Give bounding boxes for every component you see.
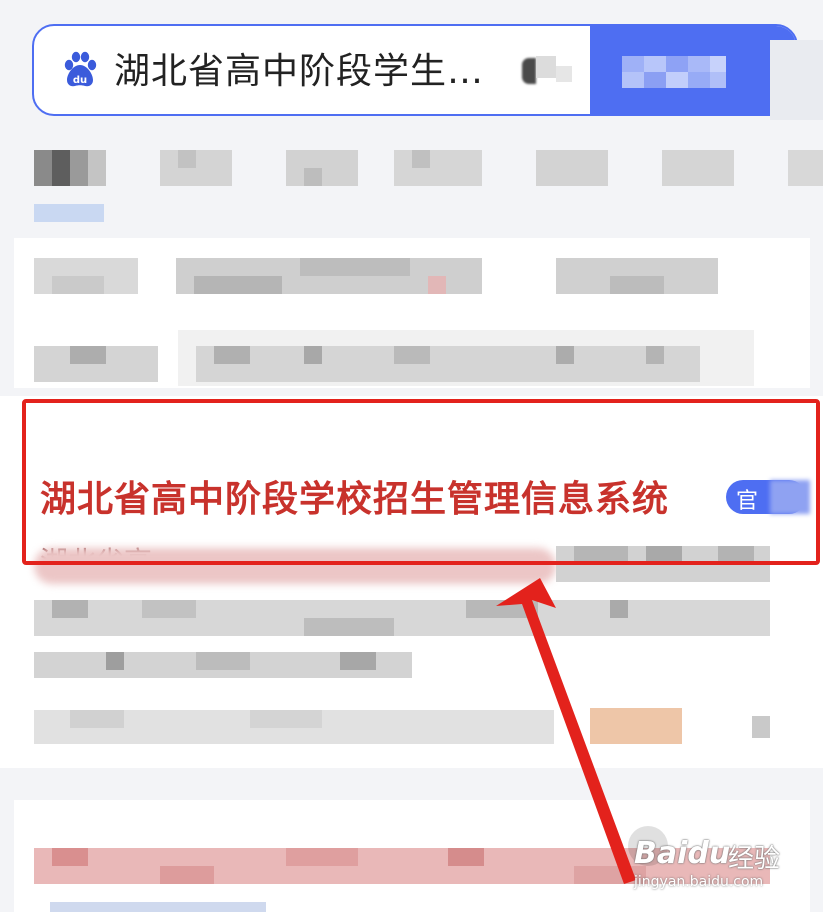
watermark-product: 经验	[728, 844, 781, 874]
watermark-brand: Baidu	[634, 836, 731, 871]
red-arrow-icon	[496, 578, 636, 884]
watermark: Baidu 经验 jingyan.baidu.com	[628, 818, 808, 894]
watermark-url: jingyan.baidu.com	[634, 874, 764, 890]
